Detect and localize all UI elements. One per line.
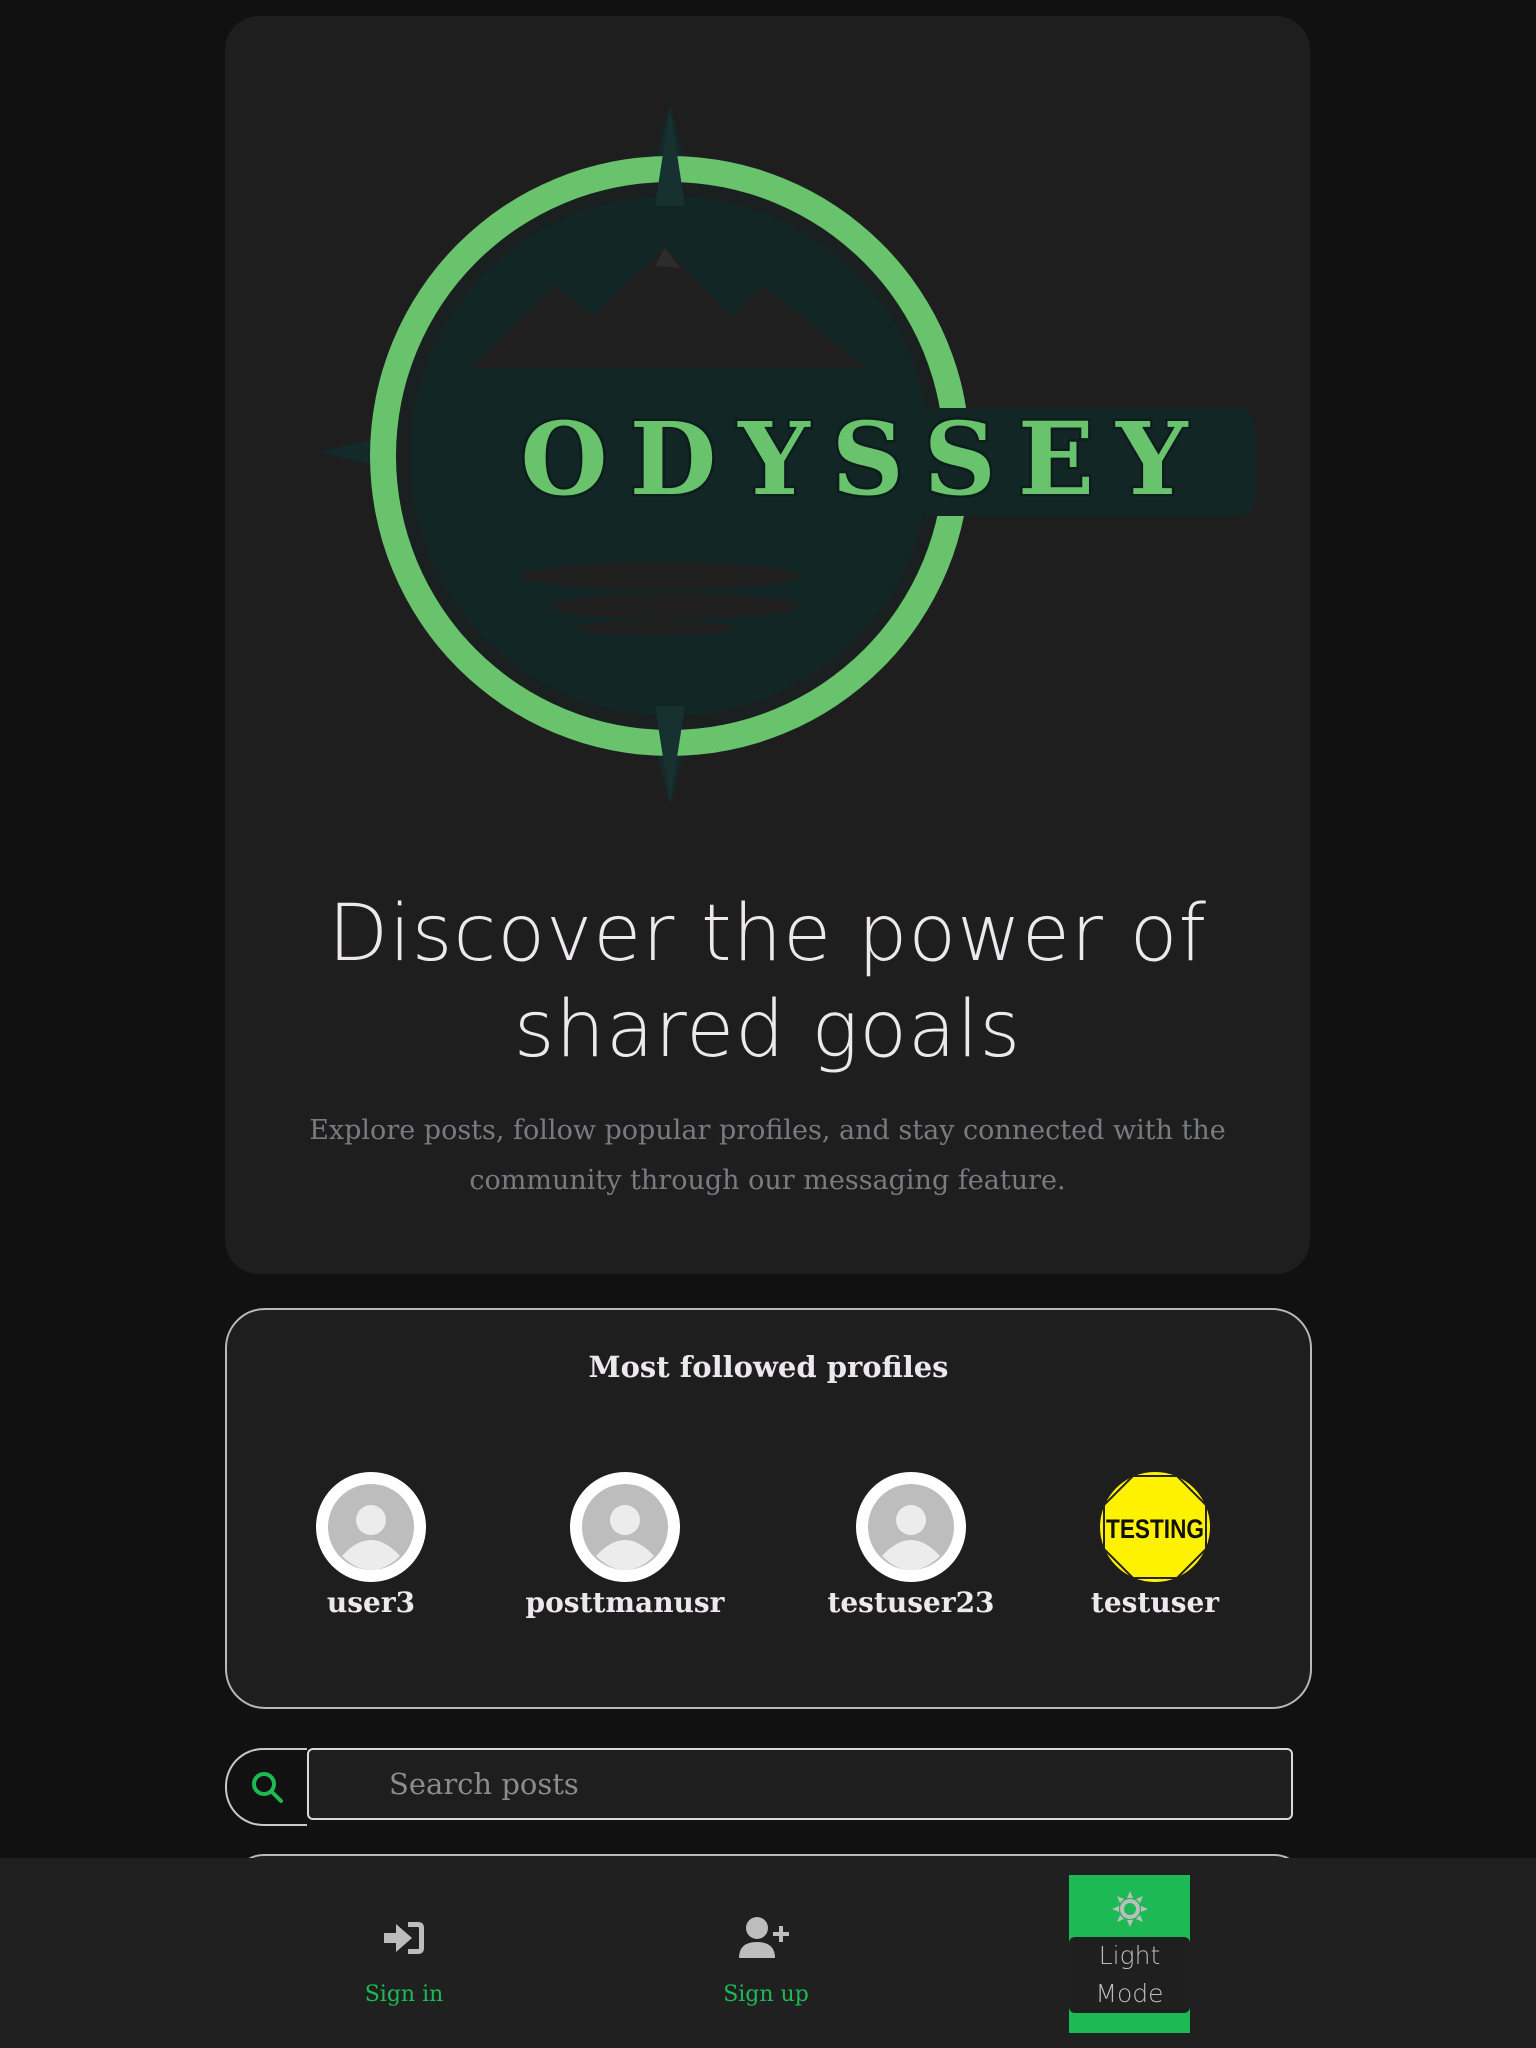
hero-card: ODYSSEY Discover the power of shared goa… (225, 16, 1310, 1274)
sun-icon (1111, 1891, 1148, 1927)
profile-posttmanusr[interactable]: posttmanusr (505, 1472, 745, 1619)
odyssey-logo: ODYSSEY (320, 104, 1255, 806)
page-headline: Discover the power of shared goals (225, 886, 1310, 1078)
profile-name[interactable]: testuser23 (791, 1586, 1031, 1619)
default-avatar-icon[interactable] (856, 1472, 966, 1582)
sign-in-label[interactable]: Sign in (294, 1982, 514, 2007)
light-mode-toggle[interactable]: Light Mode (1069, 1875, 1190, 2033)
profile-name[interactable]: posttmanusr (505, 1586, 745, 1619)
add-user-icon (739, 1917, 789, 1958)
default-avatar-icon[interactable] (570, 1472, 680, 1582)
avatar-sign-text: TESTING (1106, 1514, 1204, 1544)
search-input[interactable] (307, 1748, 1293, 1820)
mode-label-line-2: Mode (1095, 1979, 1164, 2008)
hero-subtitle: Explore posts, follow popular profiles, … (309, 1115, 1226, 1196)
profile-name[interactable]: user3 (251, 1586, 491, 1619)
sign-up-label[interactable]: Sign up (656, 1982, 876, 2007)
profiles-title: Most followed profiles (588, 1350, 949, 1384)
logo-wordmark: ODYSSEY (520, 400, 1209, 518)
most-followed-profiles-card: Most followed profiles user3 posttmanusr (225, 1308, 1312, 1709)
profile-testuser23[interactable]: testuser23 (791, 1472, 1031, 1619)
search-button[interactable] (225, 1748, 307, 1826)
bottom-nav: Sign in Sign up (0, 1858, 1536, 2048)
mode-label-line-1: Light (1098, 1941, 1161, 1970)
profile-testuser[interactable]: TESTING testuser (1035, 1472, 1275, 1619)
sign-in-button[interactable]: Sign in (294, 1908, 514, 2007)
headline-line-2: shared goals (513, 985, 1022, 1075)
mode-label[interactable]: Light Mode (1069, 1937, 1190, 2013)
profile-name[interactable]: testuser (1035, 1586, 1275, 1619)
testing-sign-avatar[interactable]: TESTING (1100, 1472, 1210, 1582)
sign-up-button[interactable]: Sign up (656, 1908, 876, 2007)
sign-in-icon (384, 1922, 424, 1954)
profile-user3[interactable]: user3 (251, 1472, 491, 1619)
default-avatar-icon[interactable] (316, 1472, 426, 1582)
search-icon (252, 1772, 283, 1803)
headline-line-1: Discover the power of (328, 889, 1207, 979)
